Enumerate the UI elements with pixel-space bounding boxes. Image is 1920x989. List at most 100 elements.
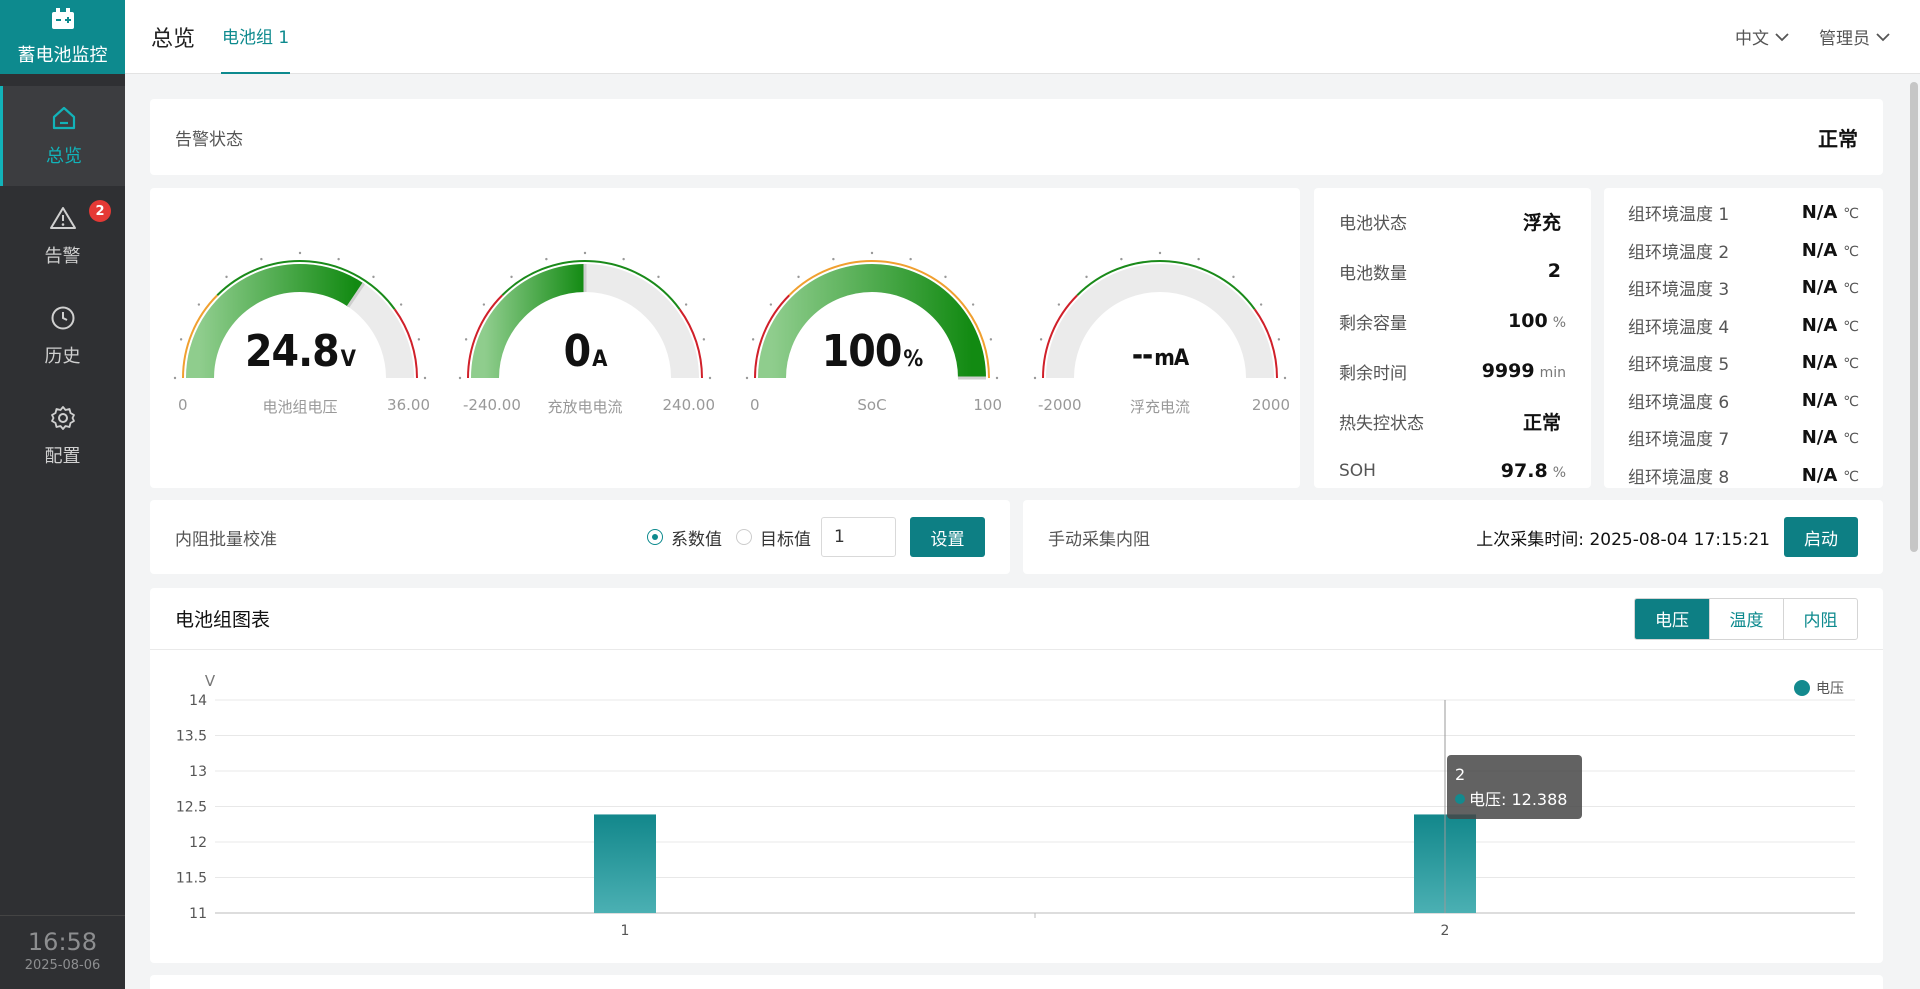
gauge-tick [909, 257, 912, 261]
gauge-name: SoC [857, 396, 887, 414]
gauge-tick [337, 257, 340, 261]
env-row: 组环境温度 5 N/A ℃ [1628, 352, 1859, 376]
tab-voltage[interactable]: 电压 [1635, 598, 1709, 639]
voltage-gauge: 24.8V 0 电池组电压 36.00 [170, 228, 430, 428]
gauge-max: 36.00 [387, 396, 430, 414]
gauge-tick [583, 251, 587, 255]
y-tick-label: 11 [189, 906, 207, 922]
home-icon [50, 105, 78, 136]
next-card-edge [150, 975, 1883, 989]
y-tick-label: 13.5 [176, 729, 207, 745]
language-label: 中文 [1735, 29, 1769, 49]
battery-status-card: 电池状态 浮充 电池数量 2 剩余容量 100% 剩余时间 9999 min 热失控状态正… [1314, 188, 1591, 488]
calibration-value-input[interactable]: 1 [821, 517, 896, 557]
nav-item-config[interactable]: 配置 [0, 386, 125, 486]
gauge-tick [225, 275, 228, 279]
user-label: 管理员 [1819, 29, 1870, 49]
y-tick-label: 14 [189, 693, 207, 709]
radio-coefficient[interactable]: 系数值 [647, 525, 722, 550]
alarm-status-card: 告警状态 正常 [150, 99, 1883, 175]
status-row: 剩余容量 100% [1339, 310, 1566, 334]
gauge-tick [1057, 303, 1061, 306]
gauge-tick [832, 257, 835, 261]
user-dropdown[interactable]: 管理员 [1819, 24, 1890, 49]
legend-marker [1794, 680, 1810, 696]
x-tick-label: 1 [621, 923, 630, 939]
radio-dot [647, 529, 663, 545]
sidebar: 蓄电池监控 总览 告警 2 历史 配置 16:58 2025-08-06 [0, 0, 125, 989]
gauge-tick [870, 251, 874, 255]
alarm-status-label: 告警状态 [175, 129, 243, 150]
x-tick-label: 2 [1441, 923, 1450, 939]
gauge-tick [1085, 275, 1088, 279]
start-button[interactable]: 启动 [1784, 517, 1858, 557]
clock-time: 16:58 [27, 928, 98, 956]
gauge-value: --mA [1131, 338, 1189, 373]
page-scrollbar[interactable] [1910, 74, 1918, 989]
gauge-tick [1033, 376, 1037, 380]
tooltip-box [1447, 755, 1582, 819]
gauge-tick [260, 257, 263, 261]
gauge-tick [1232, 275, 1235, 279]
gauge-value: 100% [821, 326, 923, 377]
chart-tooltip: 2电压: 12.388 [1447, 755, 1582, 819]
nav-item-overview[interactable]: 总览 [0, 86, 125, 186]
gauge-tick [1283, 376, 1287, 380]
y-tick-label: 12.5 [176, 800, 207, 816]
chevron-down-icon [1876, 27, 1890, 47]
tooltip-marker [1455, 794, 1465, 804]
gauge-tick [944, 275, 947, 279]
status-row: 电池数量 2 [1339, 260, 1561, 284]
gauge-tick [1197, 257, 1200, 261]
radio-target[interactable]: 目标值 [736, 525, 811, 550]
gauge-tick [372, 275, 375, 279]
status-row: SOH 97.8% [1339, 460, 1566, 482]
env-row: 组环境温度 2 N/A ℃ [1628, 239, 1859, 263]
status-row: 电池状态 浮充 [1339, 211, 1561, 234]
gauge-tick [1158, 251, 1162, 255]
gauge-tick [1120, 257, 1123, 261]
set-button[interactable]: 设置 [910, 517, 985, 557]
gauge-max: 100 [973, 396, 1002, 414]
brand[interactable]: 蓄电池监控 [0, 0, 125, 74]
tab-battery-group-1[interactable]: 电池组 1 [221, 0, 291, 74]
gauge-tick [622, 257, 625, 261]
env-row: 组环境温度 8 N/A ℃ [1628, 464, 1859, 488]
voltage-bar-chart: V1413.51312.51211.5111 2电压2电压: 12.388 [176, 672, 1855, 939]
soc-gauge: 100% 0 SoC 100 [742, 228, 1002, 428]
env-temp-card: 组环境温度 1 N/A ℃ 组环境温度 2 N/A ℃ 组环境温度 3 N/A ℃ 组环境温… [1604, 188, 1883, 488]
manual-collect-label: 手动采集内阻 [1048, 529, 1150, 550]
gauge-tick [708, 376, 712, 380]
alarm-status-value: 正常 [1818, 126, 1858, 151]
tab-temperature[interactable]: 温度 [1709, 598, 1783, 639]
language-dropdown[interactable]: 中文 [1735, 24, 1789, 49]
bar-1 [594, 814, 656, 913]
gauge-tick [173, 376, 177, 380]
nav-item-history[interactable]: 历史 [0, 286, 125, 386]
status-row: 热失控状态 正常 [1339, 411, 1561, 434]
sidebar-clock: 16:58 2025-08-06 [0, 915, 125, 973]
alarm-count-badge: 2 [89, 200, 111, 222]
calibration-card: 内阻批量校准 系数值 目标值 1 设置 [150, 500, 1010, 574]
y-tick-label: 13 [189, 764, 207, 780]
tab-resistance[interactable]: 内阻 [1783, 598, 1857, 639]
gauge-tick [995, 376, 999, 380]
current-gauge: 0A -240.00 充放电电流 240.00 [455, 228, 715, 428]
tooltip-category: 2 [1455, 765, 1465, 784]
nav-label-history: 历史 [44, 345, 81, 367]
gauge-tick [423, 376, 427, 380]
gauge-value: 24.8V [245, 326, 356, 377]
env-row: 组环境温度 6 N/A ℃ [1628, 389, 1859, 413]
nav-item-alarm[interactable]: 告警 2 [0, 186, 125, 286]
legend-label: 电压 [1816, 681, 1844, 697]
env-row: 组环境温度 7 N/A ℃ [1628, 427, 1859, 451]
float-current-gauge: --mA -2000 浮充电流 2000 [1030, 228, 1290, 428]
env-row: 组环境温度 1 N/A ℃ [1628, 202, 1859, 226]
gauge-tick [458, 376, 462, 380]
last-collect-time: 上次采集时间: 2025-08-04 17:15:21 [1476, 529, 1770, 550]
gauge-tick [745, 376, 749, 380]
gauge-tick [971, 303, 975, 306]
gauges-card: 24.8V 0 电池组电压 36.00 0A -240.00 充放电电流 240… [150, 188, 1300, 488]
gauge-value: 0A [563, 326, 608, 377]
scroll-thumb[interactable] [1910, 82, 1918, 552]
